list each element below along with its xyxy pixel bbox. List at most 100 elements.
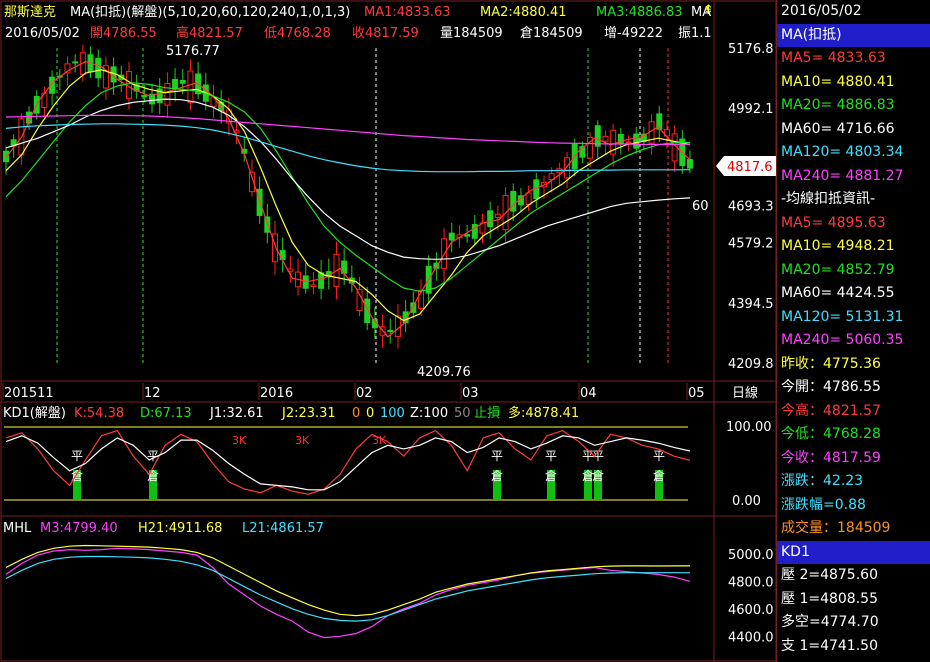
- candle-body: [510, 190, 517, 212]
- kd-title[interactable]: KD1(解盤): [3, 406, 66, 421]
- ma2-value: MA2:4880.41: [480, 5, 567, 20]
- sidebar-row: MA60= 4716.66: [781, 120, 895, 137]
- sidebar-row: MA120= 5131.31: [781, 308, 904, 325]
- candle-body: [494, 213, 501, 218]
- sidebar-row: MA20= 4852.79: [781, 261, 895, 278]
- candle-body: [95, 57, 102, 79]
- ma-indicator-title[interactable]: MA(扣抵)(解盤)(5,10,20,60,120,240,1,0,1,3): [70, 5, 350, 20]
- bar-volume: 量184509: [440, 26, 503, 41]
- sidebar-row: 今高：4821.57: [781, 402, 881, 419]
- last-price-label: 4817.6: [727, 160, 773, 175]
- series-line-m3: [5, 547, 691, 639]
- series-line-h21: [5, 544, 690, 617]
- kd-j1-value: J1:32.61: [209, 406, 264, 421]
- candle-body: [394, 315, 401, 338]
- mhl-tick-label: 4800.0: [728, 575, 774, 590]
- kd-param-5: 50: [454, 406, 471, 421]
- sidebar-ma-header[interactable]: MA(扣抵): [777, 23, 930, 47]
- sidebar-row: MA240= 4881.27: [781, 167, 904, 184]
- sidebar-deduct-header: -均線扣抵資訊-: [781, 191, 876, 207]
- ma60-tag: 60: [692, 199, 709, 214]
- sidebar-row: 壓 2=4875.60: [781, 567, 878, 583]
- kd-cang-label: 倉: [592, 468, 604, 483]
- kd-j2-value: J2:23.31: [281, 406, 336, 421]
- sidebar-quote-list: 昨收：4775.36 今開：4786.55 今高：4821.57 今低：4768.28…: [777, 353, 930, 541]
- sidebar-row: MA10= 4880.41: [781, 73, 895, 90]
- sidebar-row: 成交量：184509: [781, 520, 891, 536]
- sidebar-date: 2016/05/02: [781, 3, 862, 19]
- series-line-ma10: [5, 69, 691, 322]
- series-line-ma60: [5, 98, 691, 260]
- candle-body: [356, 288, 363, 311]
- time-tick-label: 05: [688, 386, 705, 401]
- candle-body: [602, 135, 609, 142]
- mhl-m3-value: M3:4799.40: [40, 521, 118, 536]
- sidebar-row: MA240= 5060.35: [781, 332, 904, 348]
- time-tick-label: 12: [144, 386, 161, 401]
- price-tick-label: 5176.8: [728, 42, 774, 57]
- bar-date: 2016/05/02: [5, 26, 80, 41]
- kd-param-1: 0: [352, 406, 360, 421]
- candle-body: [141, 94, 148, 98]
- sidebar-row: 今收：4817.59: [781, 449, 881, 466]
- price-tick-label: 4992.1: [728, 102, 774, 117]
- sidebar-ma-list: MA5= 4833.63 MA10= 4880.41 MA20= 4886.83 MA…: [777, 47, 930, 188]
- sidebar-row: MA10= 4948.21: [781, 238, 895, 254]
- period-label[interactable]: 日線: [732, 385, 758, 401]
- time-tick-label: 03: [462, 386, 479, 401]
- kd-cang-label: 倉: [545, 468, 557, 483]
- bar-position: 倉184509: [520, 26, 583, 41]
- peak-label: 5176.77: [166, 44, 220, 59]
- sidebar-row: MA5= 4895.63: [781, 214, 886, 231]
- candle-body: [164, 82, 171, 106]
- kd-ping-label: 平: [491, 449, 503, 463]
- kd-3k-label: 3K: [295, 434, 310, 447]
- kd-stop-label: 止損: [474, 406, 500, 421]
- mhl-title[interactable]: MHL: [3, 521, 32, 536]
- instrument-name: 那斯達克: [4, 5, 56, 20]
- kd-param-3: 100: [380, 406, 405, 421]
- candle-body: [564, 157, 571, 179]
- candle-body: [464, 234, 471, 237]
- bar-close: 收4817.59: [352, 26, 419, 41]
- kd-cang-label: 倉: [147, 468, 159, 483]
- mhl-tick-label: 4600.0: [728, 603, 774, 618]
- candle-body: [172, 79, 179, 90]
- trough-label: 4209.76: [417, 365, 471, 380]
- sidebar-deduct-list: MA5= 4895.63 MA10= 4948.21 MA20= 4852.79 MA…: [777, 212, 930, 353]
- kd-axis-100: 100.00: [726, 420, 772, 435]
- time-tick-label: 02: [356, 386, 373, 401]
- sidebar-kd-header[interactable]: KD1: [777, 540, 930, 564]
- bar-open: 開4786.55: [90, 26, 157, 41]
- sidebar-row: 今低：4768.28: [781, 426, 881, 442]
- mhl-lines: [5, 544, 691, 639]
- candle-body: [179, 79, 186, 84]
- time-tick-label: 04: [580, 386, 597, 401]
- candle-body: [525, 192, 532, 206]
- candle-body: [410, 302, 417, 313]
- sidebar-row: 昨收：4775.36: [781, 355, 881, 372]
- bar-change: 增-49222: [604, 26, 663, 41]
- sidebar-row: 壓 1=4808.55: [781, 590, 878, 607]
- mhl-tick-label: 4400.0: [728, 630, 774, 645]
- scroll-up-icon[interactable]: ⇞: [703, 3, 714, 18]
- price-tick-label: 4209.8: [728, 357, 774, 372]
- price-tick-label: 4394.5: [728, 297, 774, 312]
- info-sidebar: 2016/05/02 MA(扣抵) MA5= 4833.63 MA10= 4880…: [776, 0, 930, 662]
- kd-long-value: 多:4878.41: [508, 405, 579, 421]
- kd-signal-marks: 平倉平倉平倉平倉平倉平倉平倉3K 3K 3K: [71, 434, 665, 500]
- kd-param-2: 0: [366, 406, 374, 421]
- price-tick-label: 4693.3: [728, 200, 774, 215]
- mhl-tick-label: 5000.0: [728, 548, 774, 563]
- kd-cang-label: 倉: [653, 468, 665, 483]
- kd-k-value: K:54.38: [74, 406, 124, 421]
- candle-body: [310, 284, 317, 287]
- kd-ping-label: 平: [71, 449, 83, 463]
- ma3-value: MA3:4886.83: [596, 5, 683, 20]
- price-tick-label: 4579.2: [728, 237, 774, 252]
- candle-body: [448, 232, 455, 241]
- candle-body: [687, 159, 693, 169]
- kd-cang-label: 倉: [491, 468, 503, 483]
- time-axis: 201511 12 2016 02 03 04 05: [2, 383, 705, 401]
- candle-body: [187, 70, 194, 103]
